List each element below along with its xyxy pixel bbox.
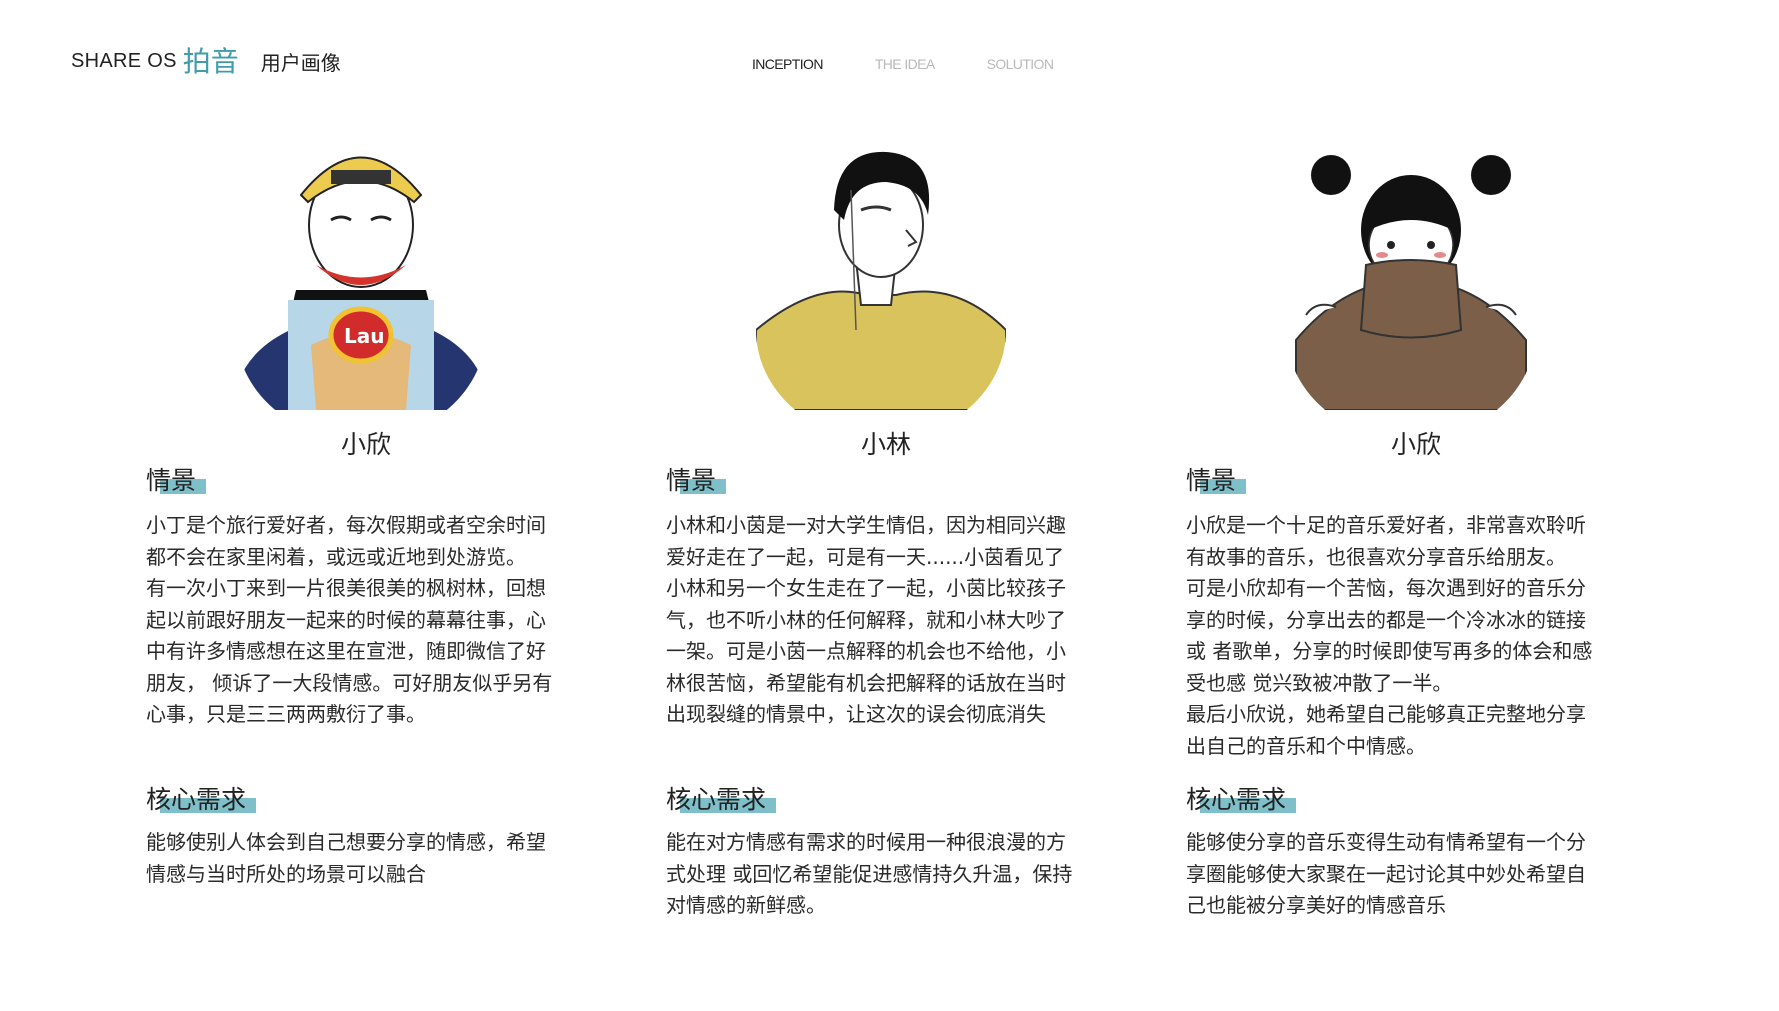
need-text: 能够使分享的音乐变得生动有情希望有一个分 享圈能够使大家聚在一起讨论其中妙处希望… <box>1186 830 1586 917</box>
header: SHARE OS 拍音 用户画像 INCEPTION THE IDEA SOLU… <box>0 0 1779 110</box>
nav-the-idea[interactable]: THE IDEA <box>875 56 935 72</box>
scene-text: 小欣是一个十足的音乐爱好者，非常喜欢聆听 有故事的音乐，也很喜欢分享音乐给朋友。… <box>1186 513 1593 758</box>
persona-name: 小林 <box>860 430 911 459</box>
avatar-illustration <box>756 130 1006 410</box>
top-nav: INCEPTION THE IDEA SOLUTION <box>752 56 1105 72</box>
scene-title: 情景 <box>1186 466 1237 495</box>
avatar-illustration: Lau <box>236 130 486 410</box>
need-title: 核心需求 <box>1186 785 1287 814</box>
logo-icon: 拍音 <box>182 44 239 78</box>
nav-inception[interactable]: INCEPTION <box>752 56 823 72</box>
need-text: 能在对方情感有需求的时候用一种很浪漫的方 式处理 或回忆希望能促进感情持久升温，… <box>666 830 1073 917</box>
brand[interactable]: SHARE OS 拍音 用户画像 <box>71 47 341 76</box>
persona-name: 小欣 <box>1390 430 1441 459</box>
need-title: 核心需求 <box>146 785 247 814</box>
need-title: 核心需求 <box>666 785 767 814</box>
svg-text:Lau: Lau <box>344 324 384 348</box>
persona-name: 小欣 <box>340 430 391 459</box>
avatar-illustration <box>1286 130 1536 410</box>
scene-text: 小林和小茵是一对大学生情侣，因为相同兴趣 爱好走在了一起，可是有一天......… <box>666 513 1066 726</box>
scene-title: 情景 <box>146 466 197 495</box>
nav-solution[interactable]: SOLUTION <box>987 56 1054 72</box>
scene-text: 小丁是个旅行爱好者，每次假期或者空余时间 都不会在家里闲着，或远或近地到处游览。… <box>146 513 553 726</box>
scene-title: 情景 <box>666 466 717 495</box>
need-text: 能够使别人体会到自己想要分享的情感，希望 情感与当时所处的场景可以融合 <box>146 830 546 886</box>
page-subtitle: 用户画像 <box>260 51 341 75</box>
brand-name: SHARE OS <box>71 50 177 72</box>
